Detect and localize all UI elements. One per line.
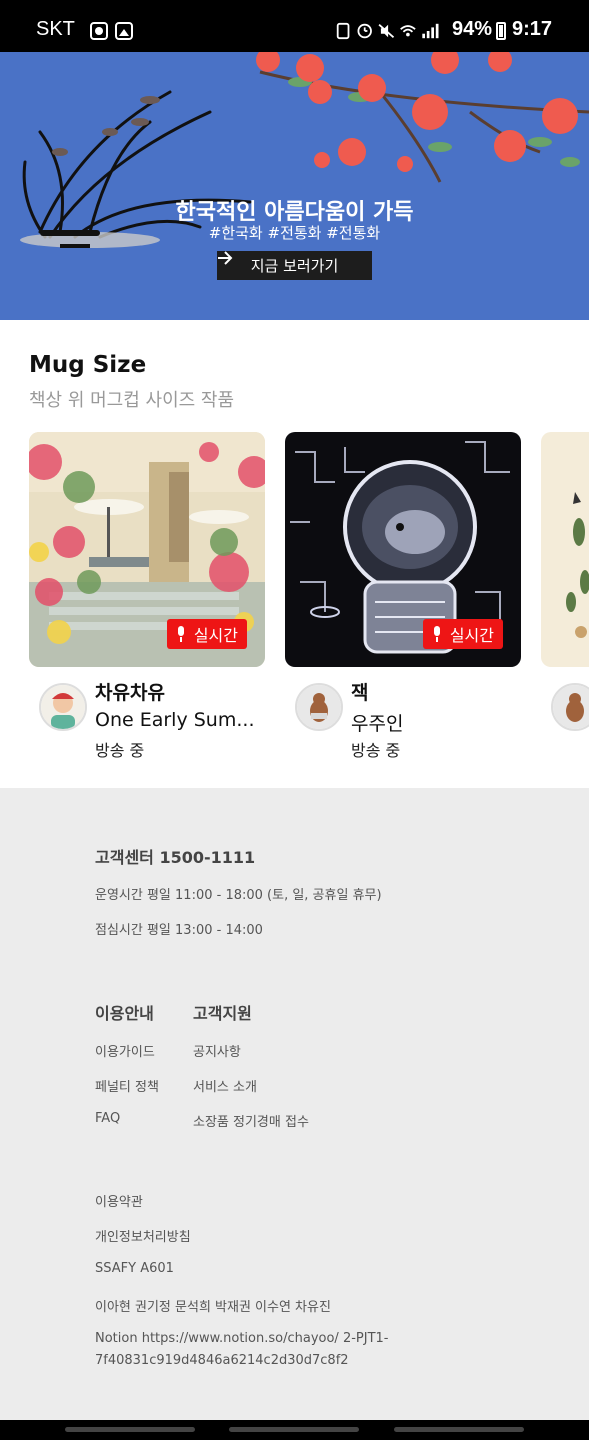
customer-center: 고객센터 1500-1111 [95, 848, 256, 867]
user-avatar-image [297, 685, 341, 729]
artwork-title: One Early Sum... [95, 709, 255, 731]
broadcast-status: 방송 중 [95, 741, 145, 760]
carrier-label: SKT [36, 18, 75, 40]
link-usage-guide[interactable]: 이용가이드 [95, 1041, 155, 1060]
link-penalty-policy[interactable]: 페널티 정책 [95, 1076, 159, 1095]
artwork-thumbnail[interactable]: 실시간 [29, 432, 265, 667]
banner-tags: #한국화 #전통화 #전통화 [208, 224, 381, 242]
footer: 고객센터 1500-1111 운영시간 평일 11:00 - 18:00 (토,… [0, 788, 589, 1420]
operating-hours: 운영시간 평일 11:00 - 18:00 (토, 일, 공휴일 휴무) [95, 888, 382, 903]
user-avatar-image [41, 685, 85, 729]
artwork-card[interactable] [541, 432, 589, 762]
avatar[interactable] [39, 683, 87, 731]
live-badge-label: 실시간 [193, 626, 238, 645]
artwork-title: 우주인 [351, 713, 404, 735]
link-service-intro[interactable]: 서비스 소개 [193, 1076, 257, 1095]
section-title: Mug Size [29, 352, 147, 378]
link-auction-submission[interactable]: 소장품 정기경매 접수 [193, 1111, 309, 1130]
battery-icon [496, 22, 506, 40]
link-terms[interactable]: 이용약관 [95, 1191, 143, 1210]
nav-back[interactable] [394, 1427, 524, 1432]
customer-support-heading: 고객지원 [193, 1004, 252, 1023]
battery-percent: 94% [452, 18, 493, 40]
nav-recent-apps[interactable] [65, 1427, 195, 1432]
avatar[interactable] [551, 683, 589, 731]
artwork-card[interactable]: 실시간 차유차유 One Early Sum... 방송 중 [29, 432, 265, 760]
system-navigation-bar [0, 1420, 589, 1440]
link-privacy-policy[interactable]: 개인정보처리방침 [95, 1226, 191, 1245]
team-members: 이아현 권기정 문석희 박재권 이수연 차유진 [95, 1300, 331, 1315]
artist-name: 잭 [351, 682, 369, 704]
mug-size-section: Mug Size 책상 위 머그컵 사이즈 작품 실시간 차유차유 One Ea… [0, 320, 589, 788]
microphone-icon [432, 626, 442, 642]
botanical-artwork-image [541, 432, 589, 667]
live-badge-label: 실시간 [449, 626, 494, 645]
link-notices[interactable]: 공지사항 [193, 1041, 241, 1060]
promo-banner[interactable]: 한국적인 아름다움이 가득 #한국화 #전통화 #전통화 지금 보러가기 [0, 52, 589, 320]
notion-link-continued[interactable]: 7f40831c919d4846a6214c2d30d7c8f2 [95, 1353, 349, 1368]
artwork-thumbnail[interactable] [541, 432, 589, 667]
section-subtitle: 책상 위 머그컵 사이즈 작품 [29, 390, 235, 411]
view-now-label: 지금 보러가기 [250, 257, 339, 275]
notification-app-icon [90, 22, 108, 40]
view-now-button[interactable]: 지금 보러가기 [217, 251, 372, 280]
system-status-icons [336, 22, 439, 40]
link-faq[interactable]: FAQ [95, 1111, 120, 1126]
live-badge: 실시간 [422, 619, 503, 649]
user-avatar-image [553, 685, 589, 729]
clock: 9:17 [512, 18, 553, 40]
live-badge: 실시간 [166, 619, 247, 649]
artist-name: 차유차유 [95, 682, 165, 704]
artwork-card[interactable]: 실시간 잭 우주인 방송 중 [285, 432, 521, 760]
nav-home[interactable] [229, 1427, 359, 1432]
microphone-icon [176, 626, 186, 642]
gallery-notification-icon [115, 22, 133, 40]
usage-guide-heading: 이용안내 [95, 1004, 154, 1023]
status-bar: SKT 94% 9:17 [0, 0, 589, 52]
avatar[interactable] [295, 683, 343, 731]
notion-link[interactable]: Notion https://www.notion.so/chayoo/ 2-P… [95, 1331, 388, 1346]
broadcast-status: 방송 중 [351, 741, 401, 760]
team-name: SSAFY A601 [95, 1261, 174, 1276]
arrow-right-icon [218, 251, 233, 265]
artwork-thumbnail[interactable]: 실시간 [285, 432, 521, 667]
lunch-hours: 점심시간 평일 13:00 - 14:00 [95, 923, 263, 938]
